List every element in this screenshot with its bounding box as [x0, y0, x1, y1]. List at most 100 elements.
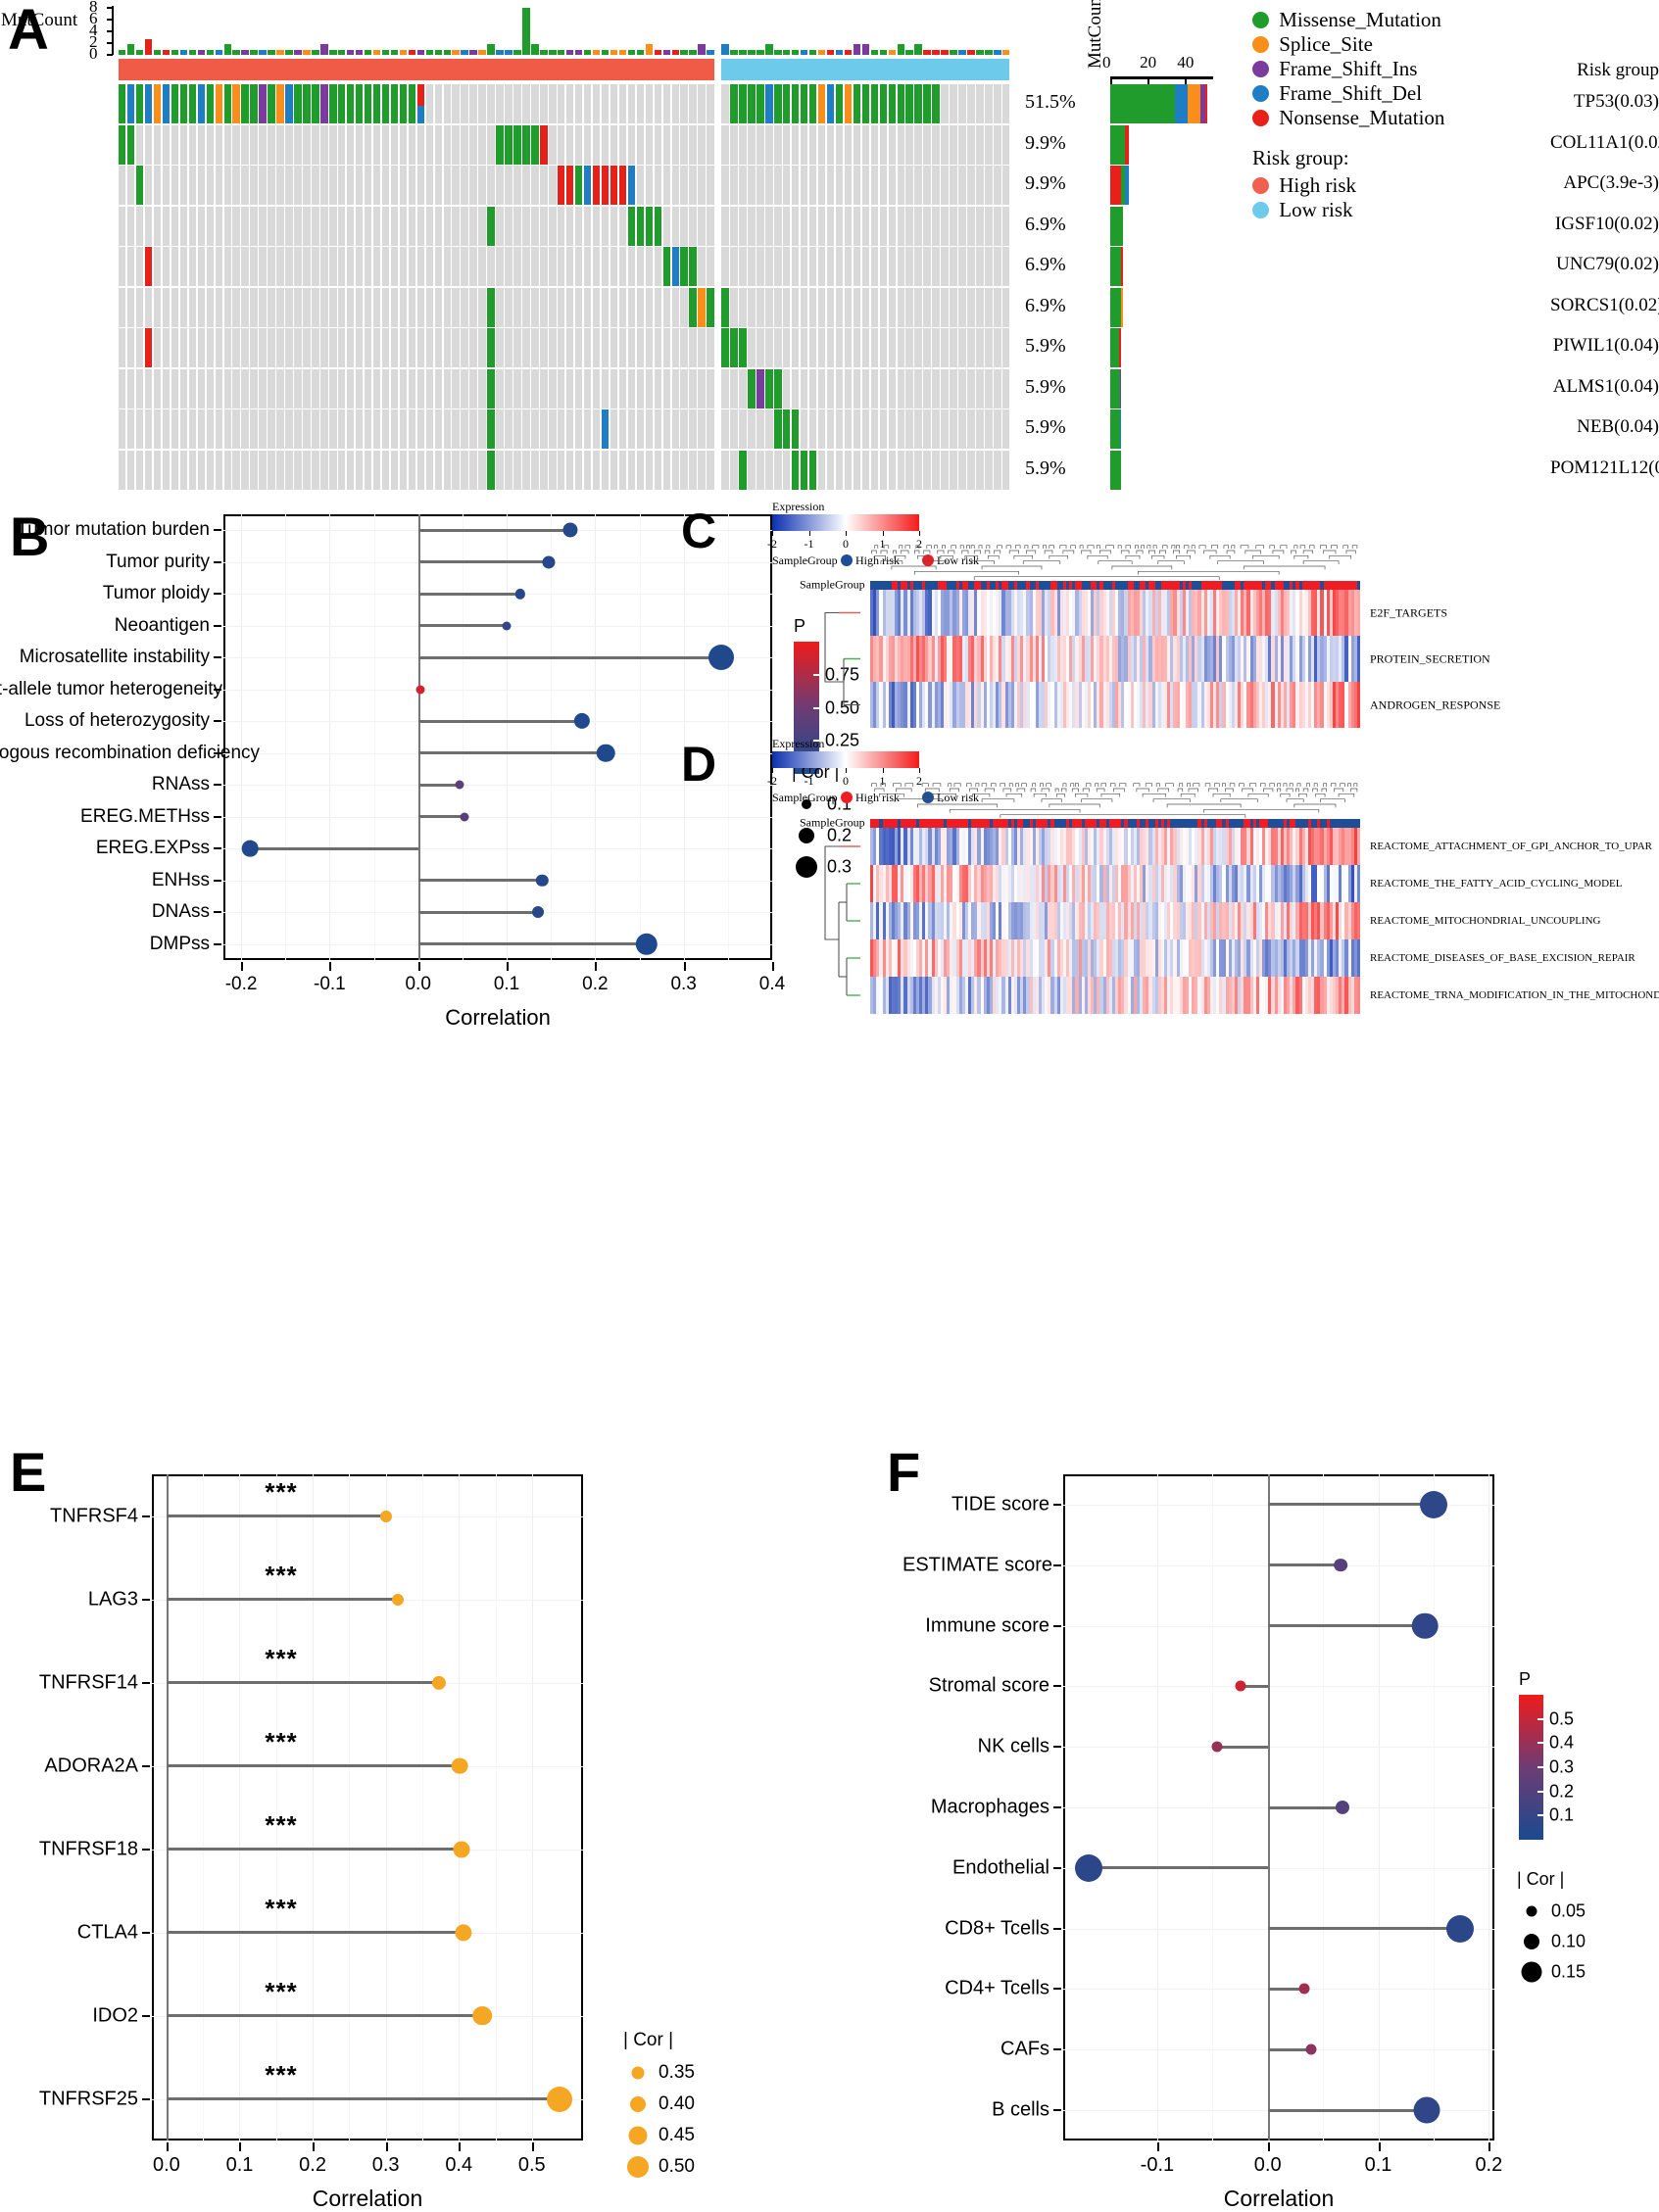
lollipop-point[interactable] [1411, 1612, 1439, 1639]
mutcount-bar [425, 49, 434, 55]
oncoprint-cell-empty [707, 328, 714, 367]
lollipop-point[interactable] [453, 1840, 470, 1858]
oncoprint-cell-empty [381, 166, 390, 205]
oncoprint-cell-empty [399, 287, 408, 327]
oncoprint-cell-mutation [487, 450, 495, 490]
oncoprint-cell-empty [680, 409, 688, 449]
oncoprint-cell-empty [513, 287, 521, 327]
oncoprint-cell-empty [765, 287, 773, 327]
lollipop-point[interactable] [1419, 1490, 1447, 1518]
oncoprint-cell-empty [505, 450, 512, 490]
oncoprint-cell-empty [496, 368, 504, 409]
oncoprint-cell-empty [748, 206, 756, 246]
oncoprint-cell-empty [618, 450, 627, 490]
oncoprint-cell-empty [985, 368, 993, 409]
oncoprint-cell-empty [443, 124, 451, 165]
oncoprint-cell-empty [994, 409, 1001, 449]
lollipop-stem [1088, 1866, 1268, 1870]
p-legend-tick-label: 0.1 [1549, 1804, 1575, 1825]
oncoprint-cell-empty [425, 409, 434, 449]
oncoprint-cell-mutation [487, 206, 495, 246]
oncoprint-cell-empty [967, 247, 975, 286]
mutcount-bar [707, 49, 714, 55]
lollipop-point[interactable] [596, 744, 615, 763]
oncoprint-cell-empty [808, 368, 817, 409]
oncoprint-cell-empty [558, 409, 565, 449]
lollipop-point[interactable] [1336, 1800, 1350, 1815]
lollipop-point[interactable] [531, 906, 544, 919]
oncoprint-cell-empty [835, 124, 844, 165]
category-label: DMPss [149, 933, 210, 954]
oncoprint-cell-mutation [853, 84, 861, 123]
y-axis-tick [1053, 1988, 1061, 1991]
gene-summary-bar-segment [1110, 84, 1175, 123]
oncoprint-cell-empty [844, 247, 853, 286]
lollipop-point[interactable] [460, 812, 469, 822]
oncoprint-cell-empty [425, 206, 434, 246]
gene-summary-bar-segment [1125, 166, 1130, 205]
lollipop-point[interactable] [1298, 1983, 1310, 1995]
y-axis-tick [142, 2014, 150, 2017]
oncoprint-cell-mutation [487, 287, 495, 327]
oncoprint-cell-empty [636, 247, 645, 286]
lollipop-point[interactable] [1334, 1558, 1348, 1572]
lollipop-point[interactable] [1211, 1741, 1223, 1753]
lollipop-point[interactable] [391, 1593, 404, 1606]
lollipop-point[interactable] [451, 1757, 468, 1774]
lollipop-point[interactable] [379, 1510, 392, 1522]
oncoprint-cell-empty [905, 206, 913, 246]
oncoprint-cell-mutation [119, 84, 126, 123]
cor-legend-label: 0.40 [659, 2093, 695, 2114]
oncoprint-cell-empty [783, 450, 791, 490]
oncoprint-cell-empty [531, 84, 539, 123]
lollipop-point[interactable] [1446, 1914, 1475, 1943]
x-axis-tick-label: 0.2 [1475, 2154, 1503, 2176]
cor-legend-label: 0.35 [659, 2062, 695, 2083]
oncoprint-cell-empty [610, 247, 618, 286]
oncoprint-cell-empty [478, 328, 486, 367]
lollipop-point[interactable] [455, 780, 464, 790]
oncoprint-cell-empty [540, 368, 548, 409]
oncoprint-cell-empty [707, 84, 714, 123]
oncoprint-cell-empty [531, 368, 539, 409]
samplegroup-legend-dot [841, 554, 853, 566]
lollipop-stem [166, 2014, 483, 2017]
oncoprint-cell-empty [513, 206, 521, 246]
lollipop-point[interactable] [472, 2005, 492, 2026]
oncoprint-cell-empty [232, 409, 240, 449]
oncoprint-cell-empty [748, 450, 756, 490]
category-label: EREG.EXPss [95, 838, 210, 859]
lollipop-point[interactable] [542, 555, 556, 569]
oncoprint-cell-empty [372, 166, 381, 205]
oncoprint-cell-empty [636, 287, 645, 327]
oncoprint-cell-empty [135, 450, 144, 490]
oncoprint-cell-empty [215, 166, 223, 205]
oncoprint-cell-empty [950, 84, 957, 123]
oncoprint-cell-empty [259, 450, 267, 490]
oncoprint-cell-empty [627, 247, 636, 286]
oncoprint-cell-empty [513, 409, 521, 449]
oncoprint-cell-empty [381, 287, 390, 327]
oncoprint-cell-empty [434, 84, 443, 123]
lollipop-point[interactable] [1074, 1853, 1102, 1882]
lollipop-point[interactable] [1235, 1680, 1245, 1692]
oncoprint-cell-empty [994, 368, 1001, 409]
x-axis-tick-label: -0.1 [314, 974, 346, 994]
oncoprint-cell-empty [346, 368, 355, 409]
oncoprint-cell-empty [372, 409, 381, 449]
lollipop-stem [417, 528, 571, 532]
oncoprint-cell-empty [765, 166, 773, 205]
lollipop-point[interactable] [415, 685, 425, 695]
right-axis-tick [1185, 76, 1188, 84]
mutcount-bar [958, 49, 966, 55]
oncoprint-cell-empty [303, 328, 311, 367]
lollipop-point[interactable] [502, 621, 512, 631]
mutcount-bar [662, 49, 670, 55]
lollipop-point[interactable] [241, 840, 259, 857]
lollipop-point[interactable] [547, 2086, 573, 2112]
oncoprint-cell-empty [662, 328, 670, 367]
oncoprint-cell-empty [329, 368, 337, 409]
oncoprint-cell-empty [800, 166, 808, 205]
lollipop-point[interactable] [1305, 2044, 1317, 2055]
lollipop-point[interactable] [1413, 2096, 1440, 2124]
